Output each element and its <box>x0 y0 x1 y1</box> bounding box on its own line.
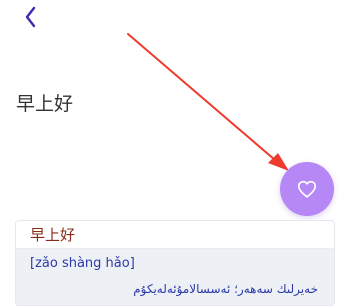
word-card: 早上好 [zǎo shàng hǎo] خەيرلىك سەھەر؛ ئەسسا… <box>15 220 335 306</box>
card-chinese: 早上好 <box>16 221 334 249</box>
card-pinyin: [zǎo shàng hǎo] <box>30 256 135 271</box>
headline-word: 早上好 <box>16 93 74 115</box>
card-translation: خەيرلىك سەھەر؛ ئەسسالامۇئەلەيكۇم <box>133 282 318 296</box>
card-body: [zǎo shàng hǎo] خەيرلىك سەھەر؛ ئەسسالامۇ… <box>16 249 334 305</box>
back-button[interactable] <box>18 4 44 30</box>
favorite-button[interactable] <box>280 162 334 216</box>
heart-outline-icon <box>297 180 317 198</box>
chevron-left-icon <box>25 6 36 28</box>
